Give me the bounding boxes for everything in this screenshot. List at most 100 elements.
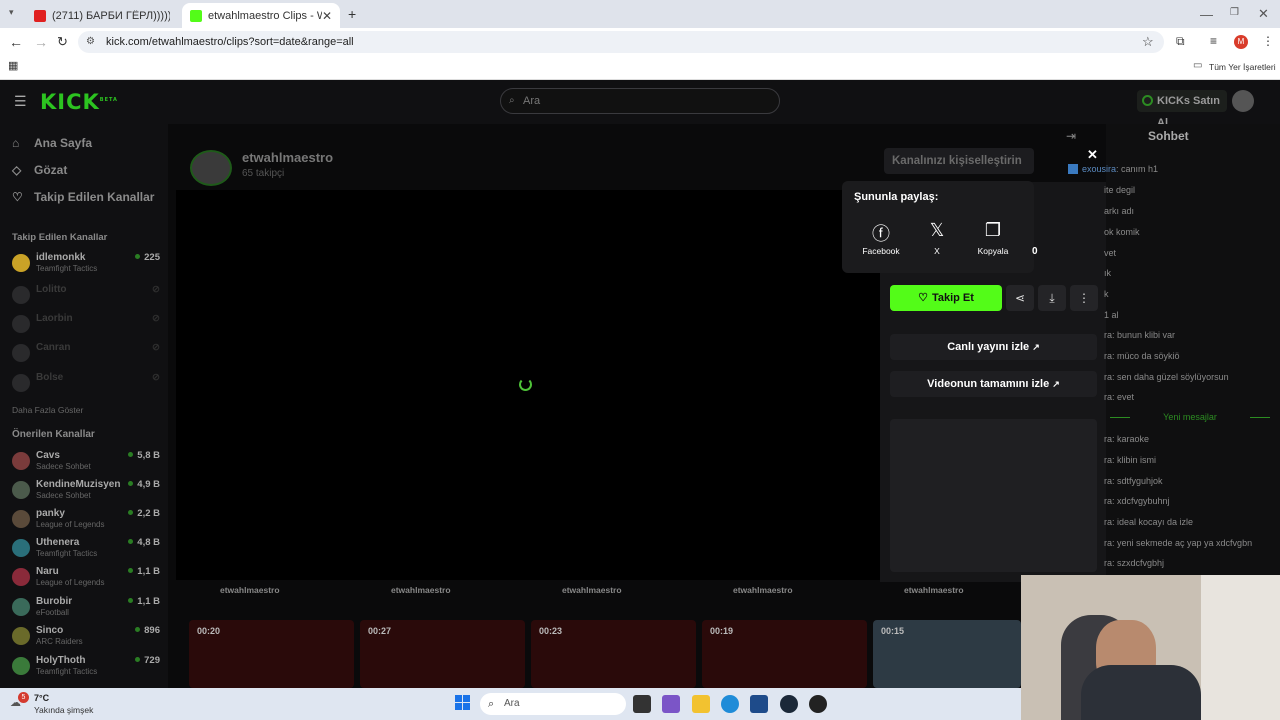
tab-search-icon[interactable]: ▾ xyxy=(9,8,14,17)
reload-icon[interactable]: ↻ xyxy=(57,35,68,48)
back-icon[interactable]: ← xyxy=(9,35,23,49)
external-link-icon: ↗ xyxy=(1052,379,1060,389)
customize-channel-button[interactable]: Kanalınızı kişiselleştirin ↗ xyxy=(884,148,1034,192)
share-copy-button[interactable]: ❐ Kopyala xyxy=(968,220,1018,256)
tab-kick-clips[interactable]: etwahlmaestro Clips - Watch Li ✕ xyxy=(182,3,340,28)
clip-thumbnail[interactable]: 00:19 xyxy=(702,620,867,688)
nav-following[interactable]: ♡ Takip Edilen Kanallar xyxy=(12,190,154,204)
viewer-count: 5,8 B xyxy=(128,450,160,461)
clip-thumbnail[interactable]: 00:20 xyxy=(189,620,354,688)
nav-home[interactable]: ⌂ Ana Sayfa xyxy=(12,136,92,150)
recommended-channel-item[interactable]: Burobir eFootball 1,1 B xyxy=(12,596,160,624)
search-icon: ⌕ xyxy=(509,95,515,106)
user-avatar[interactable] xyxy=(1232,90,1254,112)
clip-thumbnail[interactable]: 00:15 xyxy=(873,620,1021,688)
channel-avatar xyxy=(12,344,30,362)
share-button[interactable]: ⋖ xyxy=(1006,285,1034,311)
new-tab-button[interactable]: + xyxy=(348,7,356,21)
forward-icon[interactable]: → xyxy=(34,35,48,49)
tab-youtube[interactable]: (2711) БАРБИ ГЁРЛ))))))))) - Yo xyxy=(26,3,178,28)
collapse-chat-icon[interactable]: ⇥ xyxy=(1066,129,1076,143)
share-x-button[interactable]: 𝕏 X xyxy=(912,220,962,256)
buy-kicks-button[interactable]: KICKs Satın Al xyxy=(1137,90,1227,129)
site-search-input[interactable]: ⌕ Ara xyxy=(500,88,780,114)
chat-username[interactable]: exousira xyxy=(1082,164,1116,174)
edge-browser-icon[interactable] xyxy=(721,695,739,713)
taskbar-search-input[interactable]: ⌕ Ara xyxy=(480,693,626,715)
channel-category: Teamfight Tactics xyxy=(36,667,98,676)
compass-icon: ◇ xyxy=(12,163,22,177)
watch-live-button[interactable]: Canlı yayını izle ↗ xyxy=(890,334,1097,360)
followed-channel-item[interactable]: Laorbin ⊘ xyxy=(12,313,160,341)
show-more-link[interactable]: Daha Fazla Göster xyxy=(12,405,83,415)
share-facebook-button[interactable]: ⓕ Facebook xyxy=(856,220,906,256)
menu-kebab-icon[interactable]: ⋮ xyxy=(1262,35,1274,47)
channel-title[interactable]: etwahlmaestro xyxy=(242,150,333,165)
download-button[interactable]: ⤓ xyxy=(1038,285,1066,311)
task-view-icon[interactable] xyxy=(633,695,651,713)
recommended-channels-heading: Önerilen Kanallar xyxy=(12,429,95,440)
clip-thumbnail[interactable]: 00:23 xyxy=(531,620,696,688)
close-tab-icon[interactable]: ✕ xyxy=(322,9,332,23)
chat-message: ra: sdtfyguhjok xyxy=(1104,476,1163,486)
home-icon: ⌂ xyxy=(12,136,20,150)
nav-label: Gözat xyxy=(34,163,68,177)
app-icon[interactable] xyxy=(809,695,827,713)
weather-widget[interactable]: 5 ☁ xyxy=(10,692,30,709)
follow-button[interactable]: ♡ Takip Et xyxy=(890,285,1002,311)
channel-avatar-large[interactable] xyxy=(190,150,232,186)
chat-message: k xyxy=(1104,289,1109,299)
more-options-button[interactable]: ⋮ xyxy=(1070,285,1098,311)
channel-category: eFootball xyxy=(36,608,69,617)
followed-channel-item[interactable]: Canran ⊘ xyxy=(12,342,160,370)
clip-channel-label: etwahlmaestro xyxy=(904,585,964,595)
chat-message: ra: yeni sekmede aç yap ya xdcfvgbn xyxy=(1104,538,1253,548)
recommended-channel-item[interactable]: HolyThoth Teamfight Tactics 729 xyxy=(12,655,160,683)
recommended-channel-item[interactable]: Cavs Sadece Sohbet 5,8 B xyxy=(12,450,160,478)
viewer-count: 2,2 B xyxy=(128,508,160,519)
close-icon[interactable]: ✕ xyxy=(1087,147,1098,163)
recommended-channel-item[interactable]: panky League of Legends 2,2 B xyxy=(12,508,160,536)
bookmark-star-icon[interactable]: ☆ xyxy=(1142,35,1154,48)
url-field[interactable]: ⚙ kick.com/etwahlmaestro/clips?sort=date… xyxy=(78,31,1164,53)
followed-channel-item[interactable]: Bolse ⊘ xyxy=(12,372,160,400)
close-window-icon[interactable]: ✕ xyxy=(1258,7,1269,20)
channel-name: Bolse xyxy=(36,372,64,383)
kick-logo[interactable]: KICKBETA xyxy=(40,90,118,114)
hamburger-menu-icon[interactable]: ☰ xyxy=(14,94,27,108)
cloud-lightning-icon: ☁ xyxy=(10,697,21,709)
clip-channel-label: etwahlmaestro xyxy=(220,585,280,595)
recommended-channel-item[interactable]: Sinco ARC Raiders 896 xyxy=(12,625,160,653)
clip-thumbnail[interactable]: 00:27 xyxy=(360,620,525,688)
all-bookmarks-link[interactable]: Tüm Yer İşaretleri xyxy=(1209,62,1276,72)
clip-duration: 00:23 xyxy=(539,626,563,636)
viewer-count: 4,9 B xyxy=(128,479,160,490)
store-icon[interactable] xyxy=(750,695,768,713)
widgets-app-icon[interactable] xyxy=(662,695,680,713)
channel-category: Sadece Sohbet xyxy=(36,491,91,500)
watch-full-video-button[interactable]: Videonun tamamını izle ↗ xyxy=(890,371,1097,397)
followed-channel-item[interactable]: idlemonkk Teamfight Tactics 225 xyxy=(12,252,160,280)
youtube-favicon-icon xyxy=(34,9,46,22)
viewer-count: 1,1 B xyxy=(128,596,160,607)
clip-duration: 00:19 xyxy=(710,626,734,636)
chat-message: ra: szxdcfvgbhj xyxy=(1104,558,1165,568)
restore-icon[interactable]: ❐ xyxy=(1230,8,1239,18)
windows-start-icon[interactable] xyxy=(455,695,471,711)
recommended-channel-item[interactable]: Uthenera Teamfight Tactics 4,8 B xyxy=(12,537,160,565)
heart-icon: ♡ xyxy=(918,292,928,304)
site-info-icon[interactable]: ⚙ xyxy=(86,31,95,53)
followed-channel-item[interactable]: Lolitto ⊘ xyxy=(12,284,160,312)
profile-avatar[interactable]: M xyxy=(1234,35,1248,49)
apps-grid-icon[interactable]: ▦ xyxy=(8,61,18,72)
media-control-icon[interactable]: ≡ xyxy=(1210,35,1217,47)
recommended-channel-item[interactable]: KendineMuzisyen Sadece Sohbet 4,9 B xyxy=(12,479,160,507)
steam-icon[interactable] xyxy=(780,695,798,713)
customize-label: Kanalınızı kişiselleştirin xyxy=(892,155,1022,167)
minimize-icon[interactable]: — xyxy=(1200,8,1213,21)
recommended-channel-item[interactable]: Naru League of Legends 1,1 B xyxy=(12,566,160,594)
weather-desc: Yakında şimşek xyxy=(34,705,94,715)
nav-browse[interactable]: ◇ Gözat xyxy=(12,163,67,177)
extensions-icon[interactable]: ⧉ xyxy=(1176,35,1185,47)
file-explorer-icon[interactable] xyxy=(692,695,710,713)
